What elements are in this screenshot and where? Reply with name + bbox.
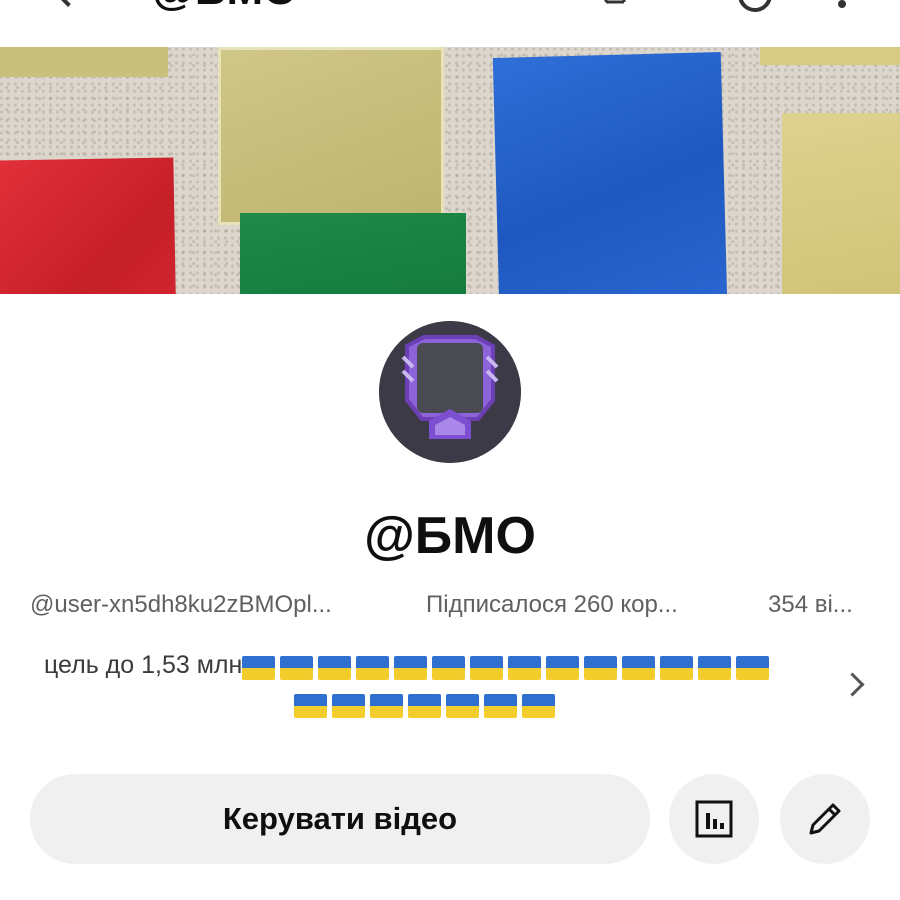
ukraine-flag-icon (622, 655, 656, 680)
search-icon[interactable] (738, 0, 772, 12)
top-app-bar: @БМО (0, 0, 900, 46)
ukraine-flag-icon (584, 655, 618, 680)
ukraine-flag-icon (370, 694, 403, 718)
ukraine-flag-icon (546, 655, 580, 680)
banner-tile (782, 113, 900, 294)
channel-description[interactable]: цель до 1,53 млн (44, 646, 824, 685)
manage-videos-button[interactable]: Керувати відео (30, 774, 650, 864)
ukraine-flag-icon (446, 694, 479, 718)
banner-tile (760, 47, 900, 65)
ukraine-flag-icon (522, 694, 555, 718)
flags-line-1 (242, 647, 774, 685)
ukraine-flag-icon (432, 655, 466, 680)
description-text: цель до 1,53 млн (44, 651, 243, 679)
banner-tile (240, 213, 466, 294)
pencil-icon (809, 803, 841, 835)
banner-tile (218, 47, 444, 225)
ukraine-flag-icon (736, 655, 770, 680)
channel-handle: @user-xn5dh8ku2zBMOpl... (30, 591, 332, 618)
analytics-icon (695, 800, 733, 838)
ukraine-flag-icon (294, 694, 327, 718)
banner-tile (0, 157, 177, 294)
banner-tile (0, 47, 168, 77)
ukraine-flag-icon (280, 655, 314, 680)
chevron-right-icon[interactable] (840, 672, 865, 697)
page-title: @БМО (152, 0, 297, 12)
analytics-button[interactable] (669, 774, 759, 864)
ukraine-flag-icon (470, 655, 504, 680)
edit-channel-button[interactable] (780, 774, 870, 864)
subscriber-count: Підписалося 260 кор... (426, 591, 678, 618)
ukraine-flag-icon (484, 694, 517, 718)
ukraine-flag-icon (508, 655, 542, 680)
cast-icon[interactable] (592, 0, 626, 8)
channel-banner (0, 47, 900, 294)
ukraine-flag-icon (698, 655, 732, 680)
ukraine-flag-icon (660, 655, 694, 680)
ukraine-flag-icon (408, 694, 441, 718)
back-arrow-icon[interactable] (51, 0, 85, 7)
ukraine-flag-icon (394, 655, 428, 680)
ukraine-flag-icon (332, 694, 365, 718)
ukraine-flag-icon (242, 655, 276, 680)
banner-tile (492, 52, 728, 294)
flags-line-2 (294, 694, 560, 718)
avatar[interactable] (379, 321, 521, 463)
channel-name: @БМО (364, 507, 536, 565)
ukraine-flag-icon (318, 655, 352, 680)
video-count: 354 ві... (768, 591, 853, 618)
ukraine-flag-icon (356, 655, 390, 680)
more-vert-icon[interactable] (838, 0, 846, 8)
